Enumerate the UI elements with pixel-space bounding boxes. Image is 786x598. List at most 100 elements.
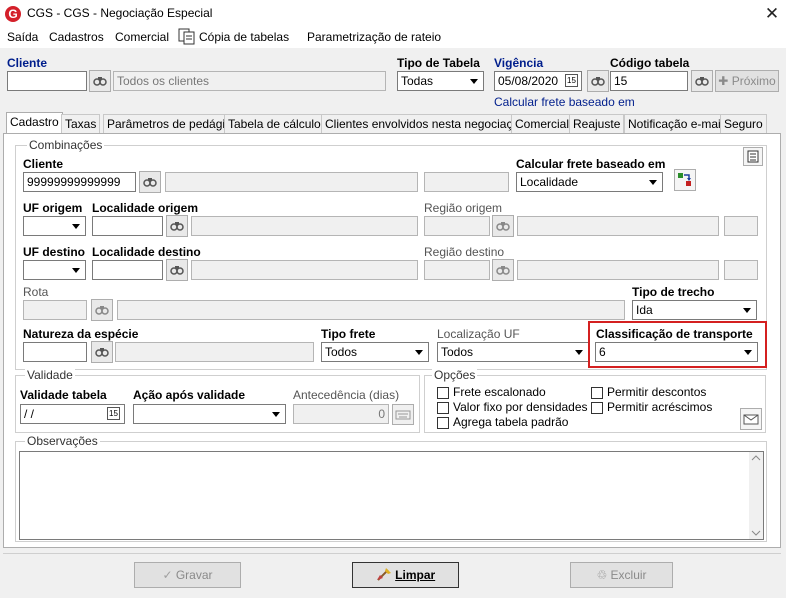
envelope-icon[interactable]	[740, 408, 762, 430]
binoculars-icon[interactable]	[89, 70, 111, 92]
comb-cliente-input[interactable]: 99999999999999	[23, 172, 136, 192]
limpar-button[interactable]: Limpar	[352, 562, 459, 588]
tipo-tabela-select[interactable]: Todas	[397, 71, 484, 91]
excluir-button[interactable]: ♲ Excluir	[570, 562, 673, 588]
tipo-frete-label: Tipo frete	[321, 327, 376, 341]
tab-tabela-calculo[interactable]: Tabela de cálculo	[224, 114, 325, 134]
binoculars-icon[interactable]	[691, 70, 713, 92]
calc-frete-note: Calcular frete baseado em	[494, 95, 635, 109]
uf-destino-label: UF destino	[23, 245, 85, 259]
acao-validade-select[interactable]	[133, 404, 286, 424]
binoculars-icon[interactable]	[139, 171, 161, 193]
swap-icon[interactable]	[674, 169, 696, 191]
cliente-code-input[interactable]	[7, 71, 87, 91]
antecedencia-label: Antecedência (dias)	[293, 388, 400, 402]
localidade-origem-input[interactable]	[92, 216, 163, 236]
regiao-origem-input	[424, 216, 490, 236]
binoculars-icon[interactable]	[492, 215, 514, 237]
calc-frete-label: Calcular frete baseado em	[516, 157, 666, 171]
observacoes-scrollbar[interactable]	[749, 452, 763, 539]
localidade-origem-label: Localidade origem	[92, 201, 199, 215]
tab-seguro[interactable]: Seguro	[720, 114, 767, 134]
tab-comercial[interactable]: Comercial	[511, 114, 574, 134]
comb-cliente-name-field	[165, 172, 418, 192]
codigo-tabela-label: Código tabela	[610, 56, 690, 70]
gravar-button[interactable]: ✓ Gravar	[134, 562, 241, 588]
scroll-up-icon[interactable]	[751, 455, 761, 461]
tipo-tabela-label: Tipo de Tabela	[397, 56, 480, 70]
window-title: CGS - CGS - Negociação Especial	[27, 6, 213, 20]
tab-parametros-pedagio[interactable]: Parâmetros de pedágio	[103, 114, 236, 134]
menu-copia-tabelas[interactable]: Cópia de tabelas	[199, 30, 289, 44]
frete-escalonado-checkbox[interactable]	[437, 387, 449, 399]
keyboard-icon[interactable]	[392, 404, 414, 425]
chevron-down-icon	[646, 174, 661, 190]
codigo-tabela-input[interactable]: 15	[610, 71, 688, 91]
regiao-destino-label: Região destino	[424, 245, 505, 259]
agrega-tabela-label: Agrega tabela padrão	[453, 415, 569, 429]
binoculars-icon[interactable]	[166, 259, 188, 281]
binoculars-icon[interactable]	[91, 299, 113, 321]
calc-frete-select[interactable]: Localidade	[516, 172, 663, 192]
regiao-destino-name	[517, 260, 719, 280]
tab-taxas[interactable]: Taxas	[61, 114, 101, 134]
binoculars-icon[interactable]	[587, 70, 609, 92]
observacoes-title: Observações	[25, 434, 100, 448]
uf-origem-label: UF origem	[23, 201, 83, 215]
cliente-name-field: Todos os clientes	[113, 71, 386, 91]
rota-label: Rota	[23, 285, 49, 299]
app-logo-icon: G	[5, 6, 21, 22]
vigencia-label: Vigência	[494, 56, 544, 70]
regiao-destino-extra	[724, 260, 758, 280]
menu-saida[interactable]: Saída	[7, 30, 38, 44]
tab-clientes-envolvidos[interactable]: Clientes envolvidos nesta negociação	[321, 114, 530, 134]
frete-escalonado-label: Frete escalonado	[453, 385, 546, 399]
valor-fixo-checkbox[interactable]	[437, 402, 449, 414]
permitir-descontos-checkbox[interactable]	[591, 387, 603, 399]
chevron-down-icon	[741, 344, 756, 360]
tab-notificacao-email[interactable]: Notificação e-mail	[624, 114, 728, 134]
localizacao-uf-label: Localização UF	[437, 327, 520, 341]
calendar-icon[interactable]: 15	[565, 74, 578, 87]
uf-destino-select[interactable]	[23, 260, 86, 280]
localizacao-uf-select[interactable]: Todos	[437, 342, 589, 362]
list-settings-icon[interactable]	[743, 147, 763, 166]
chevron-down-icon	[740, 302, 755, 318]
natureza-input[interactable]	[23, 342, 87, 362]
copy-table-icon	[178, 28, 195, 45]
binoculars-icon[interactable]	[91, 341, 113, 363]
footer-divider	[3, 553, 781, 554]
scroll-down-icon[interactable]	[751, 530, 761, 536]
chevron-down-icon	[69, 218, 84, 234]
menu-comercial[interactable]: Comercial	[115, 30, 169, 44]
permitir-acrescimos-checkbox[interactable]	[591, 402, 603, 414]
close-icon[interactable]: ✕	[760, 3, 784, 25]
rota-input	[23, 300, 87, 320]
binoculars-icon[interactable]	[492, 259, 514, 281]
menu-cadastros[interactable]: Cadastros	[49, 30, 104, 44]
comb-cliente-extra-field	[424, 172, 509, 192]
classificacao-select[interactable]: 6	[595, 342, 758, 362]
chevron-down-icon	[467, 73, 482, 89]
chevron-down-icon	[69, 262, 84, 278]
calendar-icon[interactable]: 15	[107, 407, 120, 420]
tipo-trecho-select[interactable]: Ida	[632, 300, 757, 320]
classificacao-label: Classificação de transporte	[596, 327, 753, 341]
comb-cliente-label: Cliente	[23, 157, 64, 171]
trash-icon: ♲	[596, 568, 611, 582]
valor-fixo-label: Valor fixo por densidades	[453, 400, 588, 414]
tipo-frete-select[interactable]: Todos	[321, 342, 429, 362]
observacoes-textarea[interactable]	[19, 451, 764, 540]
localidade-destino-label: Localidade destino	[92, 245, 201, 259]
binoculars-icon[interactable]	[166, 215, 188, 237]
localidade-origem-name	[191, 216, 418, 236]
menu-parametrizacao-rateio[interactable]: Parametrização de rateio	[307, 30, 441, 44]
proximo-button[interactable]: ✚ Próximo	[715, 70, 779, 92]
regiao-origem-name	[517, 216, 719, 236]
uf-origem-select[interactable]	[23, 216, 86, 236]
natureza-label: Natureza da espécie	[23, 327, 139, 341]
agrega-tabela-checkbox[interactable]	[437, 417, 449, 429]
localidade-destino-input[interactable]	[92, 260, 163, 280]
tab-reajuste[interactable]: Reajuste	[569, 114, 625, 134]
localidade-destino-name	[191, 260, 418, 280]
